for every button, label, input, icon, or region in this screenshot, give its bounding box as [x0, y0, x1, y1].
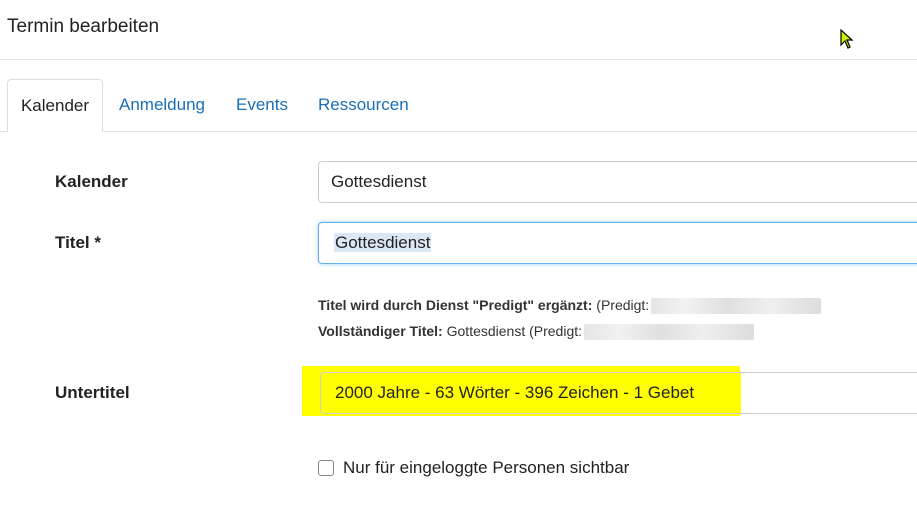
calendar-select[interactable]: Gottesdienst [318, 161, 917, 203]
mouse-cursor-icon [840, 29, 854, 49]
title-help-2-text: Gottesdienst (Predigt: [442, 323, 583, 339]
redacted-block [584, 324, 755, 341]
visibility-label[interactable]: Nur für eingeloggte Personen sichtbar [343, 458, 629, 478]
subtitle-input[interactable]: 2000 Jahre - 63 Wörter - 396 Zeichen - 1… [320, 372, 917, 414]
title-help-1-text: (Predigt: [592, 297, 650, 313]
subtitle-input-tail [741, 373, 917, 413]
visibility-row: Nur für eingeloggte Personen sichtbar [318, 457, 629, 479]
calendar-label: Kalender [55, 172, 128, 191]
tab-label: Events [236, 95, 288, 114]
tab-label: Kalender [20, 96, 90, 115]
title-label: Titel * [55, 233, 101, 252]
subtitle-value: 2000 Jahre - 63 Wörter - 396 Zeichen - 1… [335, 383, 695, 402]
title-help-1-bold: Titel wird durch Dienst "Predigt" ergänz… [318, 297, 593, 313]
calendar-value: Gottesdienst [331, 172, 427, 191]
tab-label: Anmeldung [119, 95, 206, 114]
visibility-checkbox[interactable] [318, 460, 334, 476]
title-help-line-2: Vollständiger Titel: Gottesdienst (Predi… [318, 323, 755, 341]
subtitle-label: Untertitel [55, 383, 130, 402]
tab-kalender[interactable]: Kalender [7, 79, 103, 132]
tab-ressourcen[interactable]: Ressourcen [306, 79, 421, 130]
title-input[interactable]: Gottesdienst [318, 222, 917, 264]
redacted-block [651, 298, 822, 315]
title-help-line-1: Titel wird durch Dienst "Predigt" ergänz… [318, 297, 822, 315]
tab-label: Ressourcen [318, 95, 409, 114]
modal-header: Termin bearbeiten [0, 0, 917, 60]
tab-bar: Kalender Anmeldung Events Ressourcen [0, 79, 917, 132]
title-value: Gottesdienst [334, 233, 432, 252]
title-help-2-bold: Vollständiger Titel: [318, 323, 443, 339]
tab-events[interactable]: Events [224, 79, 300, 130]
tab-anmeldung[interactable]: Anmeldung [107, 79, 217, 130]
modal-title: Termin bearbeiten [7, 16, 160, 37]
